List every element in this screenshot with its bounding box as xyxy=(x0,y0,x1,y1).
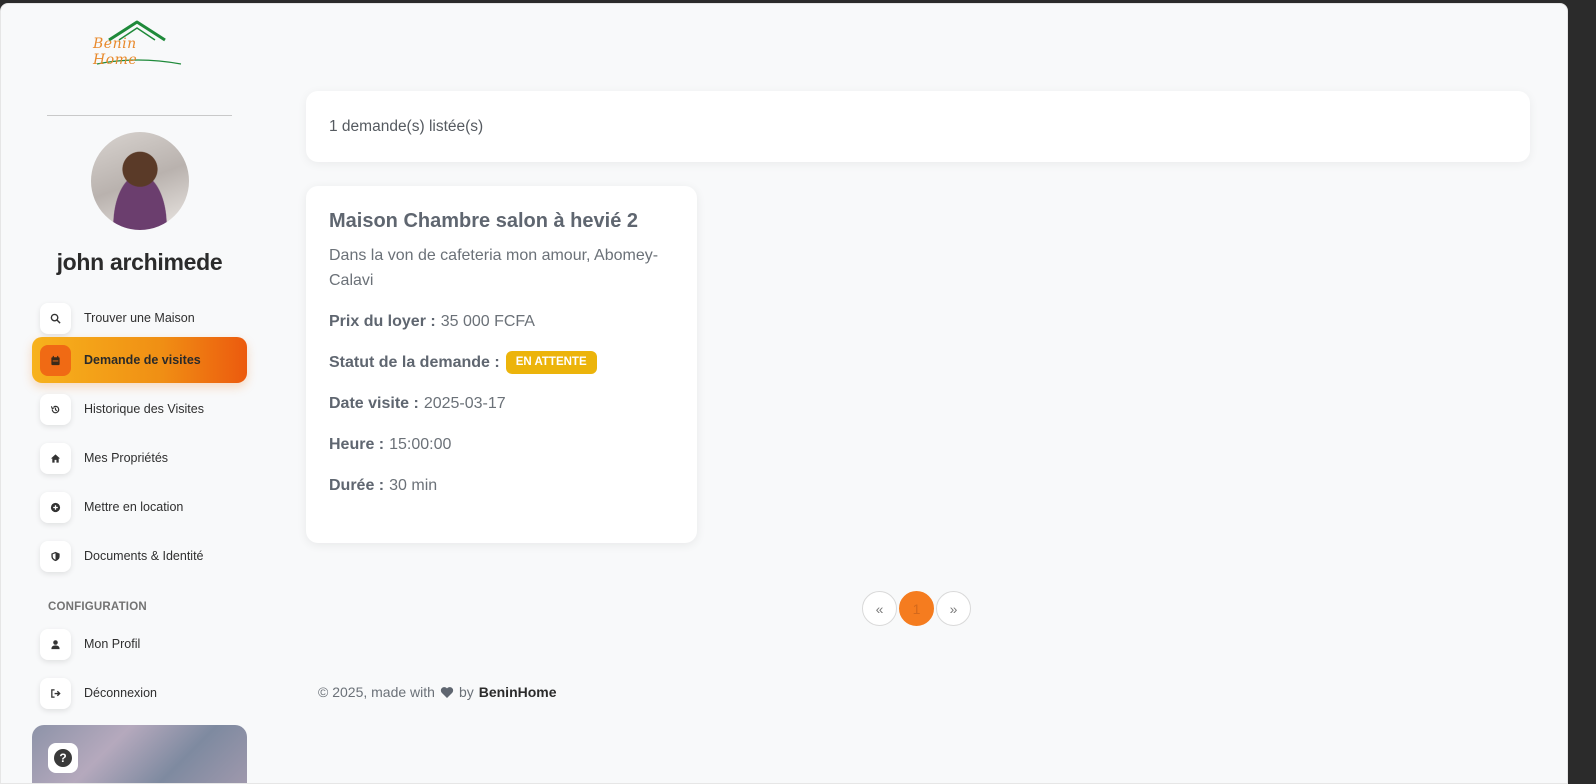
status-badge: EN ATTENTE xyxy=(505,351,597,374)
search-icon xyxy=(40,302,71,334)
pagination: « 1 » xyxy=(862,591,971,627)
pagination-next-button[interactable]: » xyxy=(936,591,971,626)
sidebar-item-profile[interactable]: Mon Profil xyxy=(32,621,247,667)
duration-value: 30 min xyxy=(389,477,438,494)
sidebar: Benin Home john archimede Trouver une Ma… xyxy=(1,4,278,783)
visit-request-card[interactable]: Maison Chambre salon à hevié 2 Dans la v… xyxy=(306,186,697,543)
sidebar-divider xyxy=(47,115,232,116)
logout-icon xyxy=(40,677,71,709)
configuration-section-title: CONFIGURATION xyxy=(48,601,147,613)
footer-by: by xyxy=(458,684,474,700)
help-card: ? xyxy=(32,725,247,783)
status-label: Statut de la demande : xyxy=(329,354,500,371)
footer-prefix: © 2025, made with xyxy=(318,684,435,700)
brand-logo[interactable]: Benin Home xyxy=(89,20,185,70)
heart-icon xyxy=(440,686,454,698)
results-count-card: 1 demande(s) listée(s) xyxy=(306,91,1530,162)
sidebar-item-label: Mettre en location xyxy=(84,500,184,514)
duration-label: Durée : xyxy=(329,477,385,494)
sidebar-item-visit-requests[interactable]: Demande de visites xyxy=(32,337,247,383)
shield-icon xyxy=(40,540,71,572)
sidebar-item-label: Documents & Identité xyxy=(84,549,204,563)
help-button[interactable]: ? xyxy=(48,743,78,773)
time-label: Heure : xyxy=(329,436,385,453)
sidebar-item-documents[interactable]: Documents & Identité xyxy=(32,533,247,579)
time-value: 15:00:00 xyxy=(389,436,452,453)
user-icon xyxy=(40,628,71,660)
sidebar-item-label: Mes Propriétés xyxy=(84,451,169,465)
sidebar-item-visit-history[interactable]: Historique des Visites xyxy=(32,386,247,432)
sidebar-item-find-house[interactable]: Trouver une Maison xyxy=(32,295,247,341)
sidebar-item-logout[interactable]: Déconnexion xyxy=(32,670,247,716)
time-row: Heure : 15:00:00 xyxy=(329,432,674,457)
duration-row: Durée : 30 min xyxy=(329,473,674,498)
sidebar-item-label: Mon Profil xyxy=(84,637,141,651)
footer-brand-link[interactable]: BeninHome xyxy=(479,684,557,700)
pagination-prev-button[interactable]: « xyxy=(862,591,897,626)
sidebar-item-label: Trouver une Maison xyxy=(84,311,195,325)
date-value: 2025-03-17 xyxy=(423,395,506,412)
results-count: 1 demande(s) listée(s) xyxy=(329,118,484,135)
pagination-page-1[interactable]: 1 xyxy=(899,591,934,626)
date-row: Date visite : 2025-03-17 xyxy=(329,391,674,416)
footer: © 2025, made with by BeninHome xyxy=(318,684,557,700)
date-label: Date visite : xyxy=(329,395,419,412)
property-address: Dans la von de cafeteria mon amour, Abom… xyxy=(329,247,659,289)
property-title: Maison Chambre salon à hevié 2 xyxy=(329,210,638,232)
status-row: Statut de la demande : EN ATTENTE xyxy=(329,350,674,375)
rent-row: Prix du loyer : 35 000 FCFA xyxy=(329,309,674,334)
history-icon xyxy=(40,393,71,425)
sidebar-item-label: Historique des Visites xyxy=(84,402,204,416)
plus-circle-icon xyxy=(40,491,71,523)
calendar-icon xyxy=(40,344,71,376)
sidebar-item-label: Demande de visites xyxy=(84,353,201,367)
question-icon: ? xyxy=(54,749,72,767)
sidebar-item-label: Déconnexion xyxy=(84,686,157,700)
sidebar-item-rent-out[interactable]: Mettre en location xyxy=(32,484,247,530)
avatar xyxy=(91,132,189,230)
user-name: john archimede xyxy=(56,249,223,275)
sidebar-item-my-properties[interactable]: Mes Propriétés xyxy=(32,435,247,481)
home-icon xyxy=(40,442,71,474)
logo-text: Benin Home xyxy=(93,36,138,68)
rent-label: Prix du loyer : xyxy=(329,313,436,330)
rent-value: 35 000 FCFA xyxy=(440,313,535,330)
app-window: Benin Home john archimede Trouver une Ma… xyxy=(0,3,1568,784)
